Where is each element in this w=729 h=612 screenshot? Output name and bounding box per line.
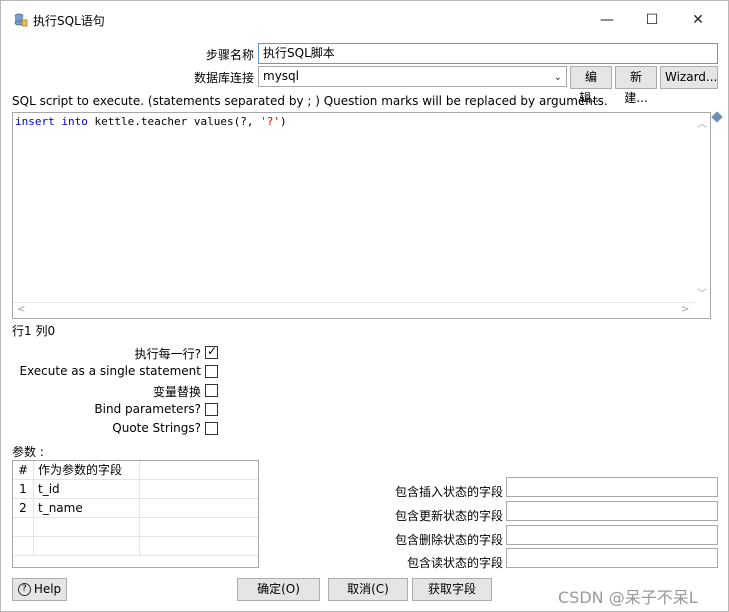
scroll-left-icon[interactable]: < — [17, 304, 25, 315]
sort-icon: ^ — [20, 464, 27, 473]
cancel-button[interactable]: 取消(C) — [328, 578, 408, 601]
variable-substitution-checkbox[interactable] — [205, 384, 218, 397]
row-number: 1 — [13, 480, 34, 499]
wizard-button[interactable]: Wizard... — [660, 66, 718, 89]
chevron-down-icon: ⌄ — [553, 72, 562, 83]
minimize-icon: — — [600, 12, 614, 28]
window-title: 执行SQL语句 — [33, 14, 105, 28]
step-name-label: 步骤名称 — [205, 48, 254, 62]
quote-strings-label: Quote Strings? — [112, 421, 201, 435]
scroll-up-icon[interactable]: ︿ — [697, 115, 707, 130]
close-button[interactable]: ✕ — [688, 10, 708, 30]
help-button[interactable]: ? Help — [12, 578, 67, 601]
maximize-icon: ☐ — [645, 12, 659, 28]
delete-status-label: 包含删除状态的字段 — [394, 533, 503, 547]
watermark: CSDN @呆子不呆L — [558, 588, 698, 607]
table-row[interactable]: 1 t_id — [13, 480, 258, 499]
sql-text: kettle.teacher values(?, — [94, 115, 261, 128]
connection-label: 数据库连接 — [193, 71, 254, 85]
params-label: 参数 : — [12, 445, 44, 459]
close-icon: ✕ — [692, 12, 704, 28]
table-row[interactable]: 2 t_name — [13, 499, 258, 518]
params-table[interactable]: ^ # 作为参数的字段 1 t_id 2 t_name — [12, 460, 259, 568]
quote-strings-checkbox[interactable] — [205, 422, 218, 435]
dialog-window: 执行SQL语句 — ☐ ✕ 步骤名称 执行SQL脚本 数据库连接 mysql ⌄… — [0, 0, 729, 612]
sql-editor[interactable]: insert into kettle.teacher values(?, '?'… — [12, 112, 711, 319]
get-fields-button[interactable]: 获取字段 — [412, 578, 492, 601]
insert-status-label: 包含插入状态的字段 — [394, 485, 503, 499]
cursor-position: 行1 列0 — [12, 324, 56, 338]
sql-string: '?' — [260, 115, 280, 128]
sql-code: insert into kettle.teacher values(?, '?'… — [15, 115, 287, 128]
sql-keyword: insert — [15, 115, 55, 128]
execute-each-row-label: 执行每一行? — [134, 347, 201, 361]
row-number: 2 — [13, 499, 34, 518]
table-header: ^ # 作为参数的字段 — [13, 461, 258, 480]
checkmark-icon: ✓ — [207, 344, 218, 358]
connection-value: mysql — [263, 69, 299, 83]
param-field-cell[interactable]: t_id — [34, 480, 140, 499]
vertical-scrollbar[interactable]: ︿ ﹀ — [694, 113, 710, 303]
delete-status-input[interactable] — [506, 525, 718, 545]
update-status-input[interactable] — [506, 501, 718, 521]
minimize-button[interactable]: — — [597, 10, 617, 30]
step-name-input[interactable]: 执行SQL脚本 — [258, 43, 718, 64]
scroll-right-icon[interactable]: > — [681, 304, 689, 315]
read-status-input[interactable] — [506, 548, 718, 568]
maximize-button[interactable]: ☐ — [642, 10, 662, 30]
variable-indicator-icon — [711, 111, 723, 123]
table-row-empty[interactable] — [13, 537, 258, 556]
ok-button[interactable]: 确定(O) — [237, 578, 320, 601]
help-icon: ? — [17, 583, 31, 596]
edit-connection-button[interactable]: 编辑... — [570, 66, 612, 105]
sql-step-icon — [14, 13, 28, 27]
scroll-down-icon[interactable]: ﹀ — [697, 285, 707, 300]
column-header-field[interactable]: 作为参数的字段 — [34, 461, 140, 480]
table-row-empty[interactable] — [13, 518, 258, 537]
title-bar: 执行SQL语句 — ☐ ✕ — [1, 1, 728, 39]
variable-substitution-label: 变量替换 — [152, 385, 201, 399]
column-header-num[interactable]: ^ # — [13, 461, 34, 480]
bind-parameters-checkbox[interactable] — [205, 403, 218, 416]
sql-text: ) — [279, 115, 287, 128]
horizontal-scrollbar[interactable]: < > — [13, 302, 695, 318]
read-status-label: 包含读状态的字段 — [406, 556, 503, 570]
single-statement-checkbox[interactable] — [205, 365, 218, 378]
new-connection-button[interactable]: 新建... — [615, 66, 657, 105]
sql-script-label: SQL script to execute. (statements separ… — [12, 94, 608, 108]
connection-select[interactable]: mysql ⌄ — [258, 66, 567, 87]
bind-parameters-label: Bind parameters? — [94, 402, 201, 416]
insert-status-input[interactable] — [506, 477, 718, 497]
sql-keyword: into — [61, 115, 88, 128]
update-status-label: 包含更新状态的字段 — [394, 509, 503, 523]
param-field-cell[interactable]: t_name — [34, 499, 140, 518]
single-statement-label: Execute as a single statement — [19, 364, 201, 378]
execute-each-row-checkbox[interactable]: ✓ — [205, 344, 218, 359]
